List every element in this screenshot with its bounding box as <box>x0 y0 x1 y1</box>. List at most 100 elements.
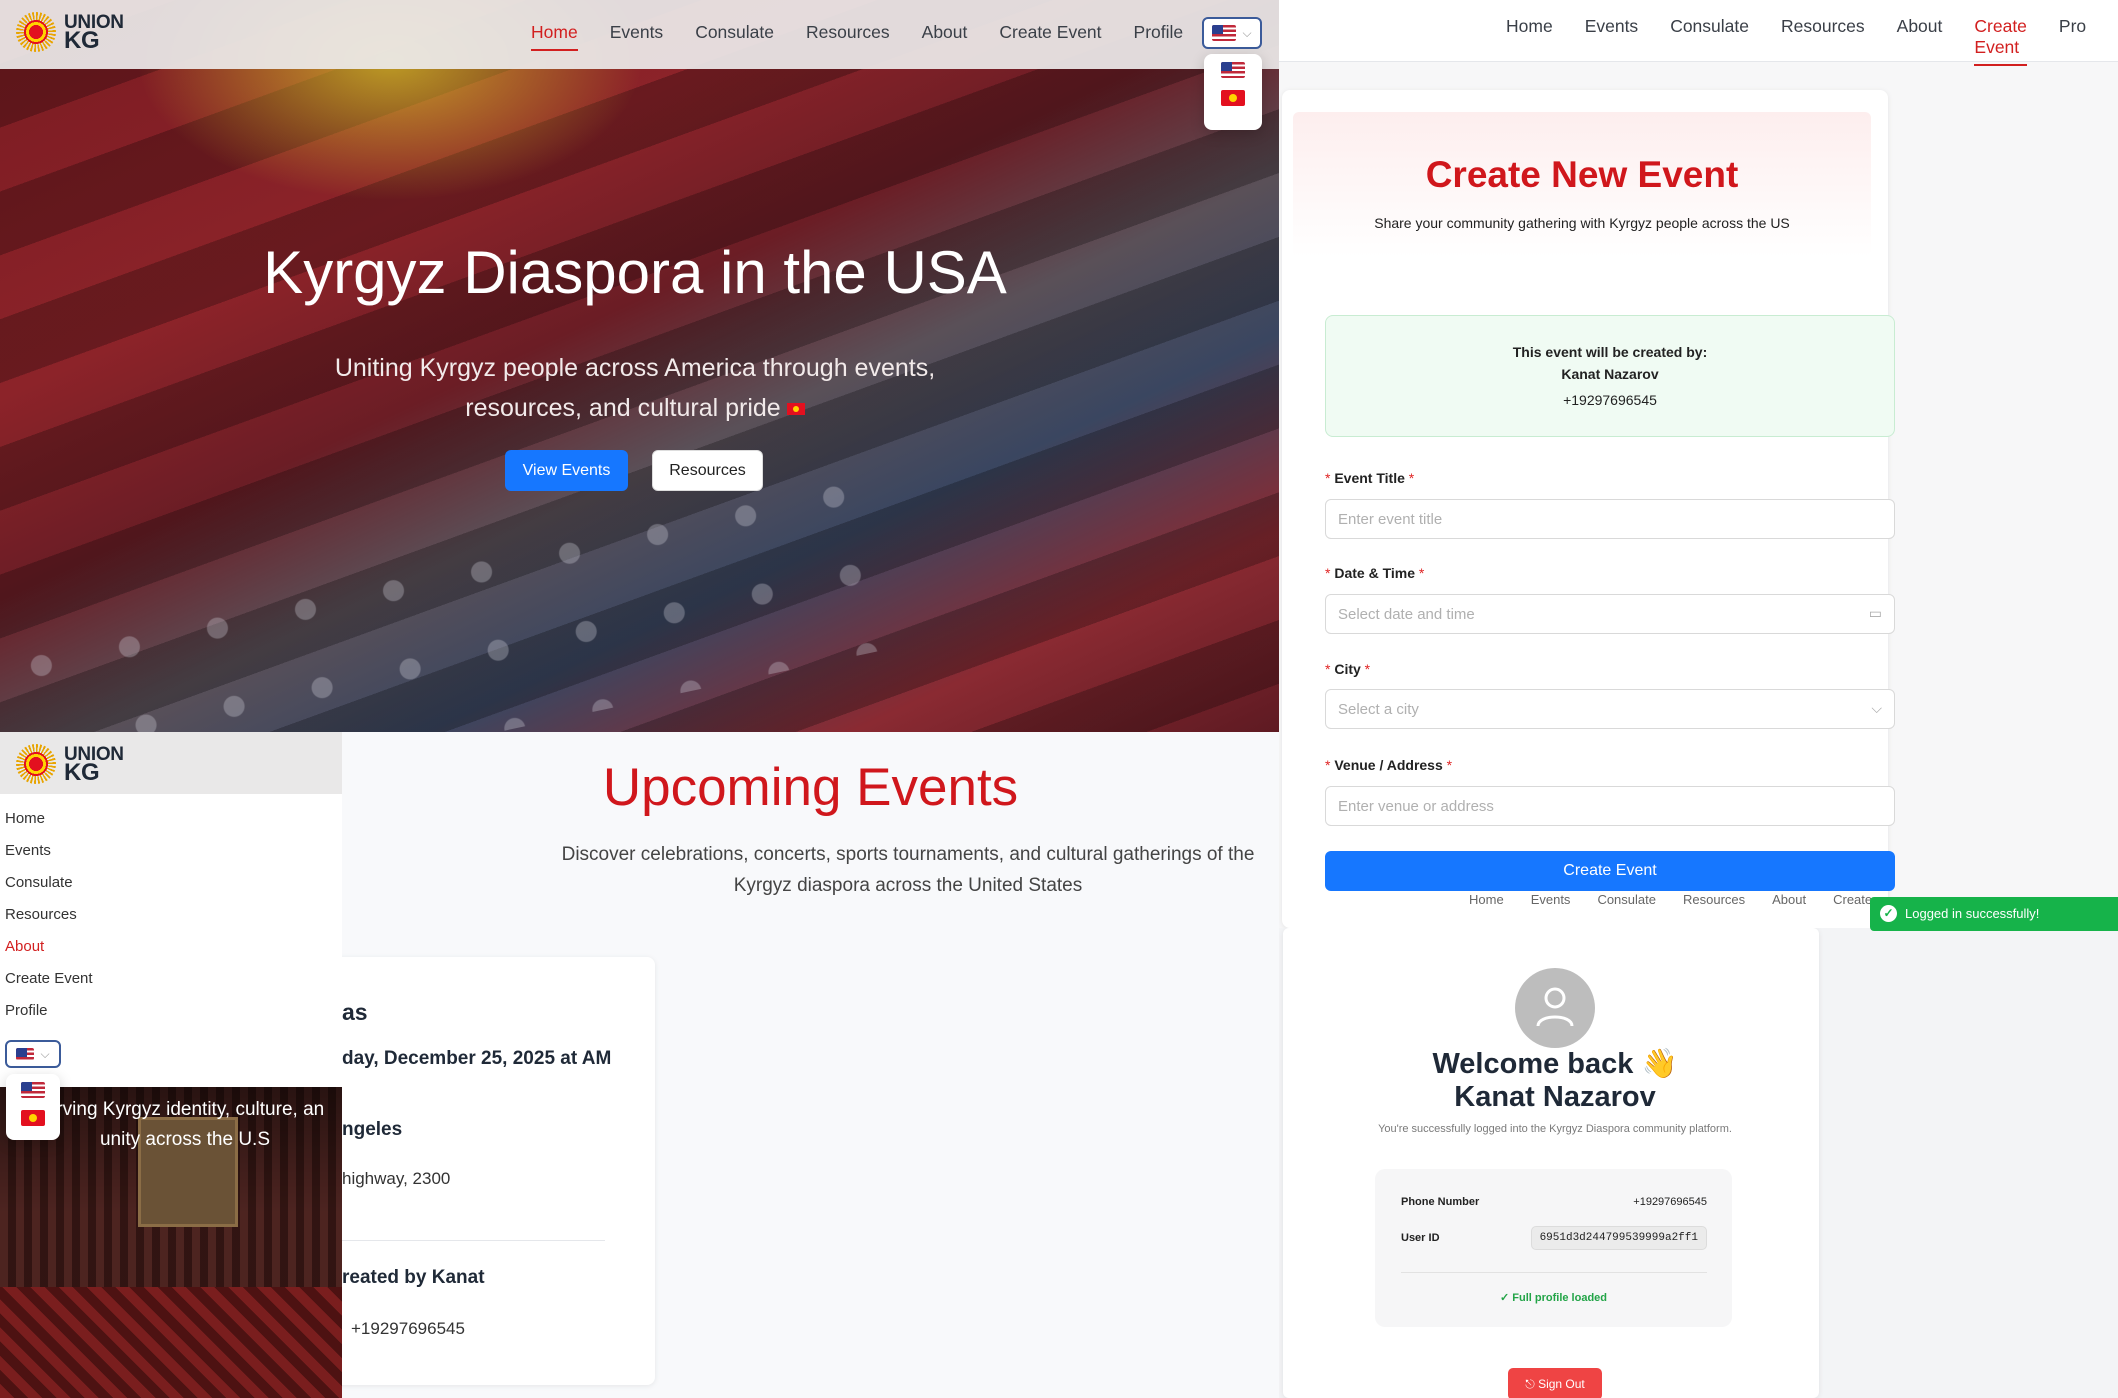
phone-row: Phone Number +19297696545 <box>1401 1196 1707 1208</box>
user-id-value[interactable]: 6951d3d244799539999a2ff1 <box>1530 1226 1707 1250</box>
us-flag-icon <box>16 1048 35 1060</box>
nav-about[interactable]: About <box>1772 892 1806 913</box>
creator-phone: +19297696545 <box>1563 392 1657 408</box>
creator-heading: This event will be created by: <box>1512 344 1708 360</box>
venue-label: * Venue / Address * <box>1325 757 1453 773</box>
nav-consulate[interactable]: Consulate <box>1670 16 1749 66</box>
creator-info-box: This event will be created by: Kanat Naz… <box>1325 315 1895 437</box>
welcome-title: Welcome back 👋 Kanat Nazarov <box>1432 1048 1678 1113</box>
nav-events[interactable]: Events <box>1585 16 1639 66</box>
mobile-nav-profile[interactable]: Profile <box>5 1002 48 1019</box>
nav-profile[interactable]: Pro <box>2059 16 2086 66</box>
language-selector[interactable]: ⌵ <box>1202 17 1262 49</box>
event-title-input[interactable]: Enter event title <box>1325 499 1895 539</box>
us-flag-icon <box>1212 25 1237 41</box>
view-events-button[interactable]: View Events <box>505 450 628 491</box>
kyrgyz-sun-icon <box>16 12 56 52</box>
section-subtitle: Discover celebrations, concerts, sports … <box>561 844 1255 896</box>
chevron-down-icon: ⌵ <box>1871 700 1882 716</box>
top-navbar: Home Events Consulate Resources About Cr… <box>1279 0 2118 66</box>
city-label: * City * <box>1325 661 1371 677</box>
event-title-label: * Event Title * <box>1325 470 1415 486</box>
event-city: ngeles <box>342 1119 403 1140</box>
language-dropdown <box>1204 54 1262 130</box>
event-creator: reated by Kanat <box>342 1267 485 1288</box>
mobile-nav-about[interactable]: About <box>5 938 44 955</box>
kyrgyz-sun-icon <box>16 744 56 784</box>
main-nav: Home Events Consulate Resources About Cr… <box>1506 16 2118 66</box>
mobile-nav-events[interactable]: Events <box>5 842 51 859</box>
phone-value: +19297696545 <box>1633 1196 1707 1208</box>
calendar-icon: ▭ <box>1868 605 1882 621</box>
resources-button[interactable]: Resources <box>652 450 763 491</box>
nav-home[interactable]: Home <box>1506 16 1553 66</box>
avatar <box>1515 968 1595 1048</box>
welcome-panel: Welcome back 👋 Kanat Nazarov You're succ… <box>1279 928 2118 1398</box>
profile-status: ✓ Full profile loaded <box>1500 1292 1607 1304</box>
phone-label: Phone Number <box>1401 1196 1480 1208</box>
union-kg-logo[interactable]: UNION KG <box>16 12 124 54</box>
sign-out-button[interactable]: ⎋ Sign Out <box>1508 1368 1602 1398</box>
flag-stars-decoration <box>0 448 911 732</box>
nav-create-event[interactable]: Create Event <box>999 22 1101 51</box>
create-event-button[interactable]: Create Event <box>1325 851 1895 891</box>
union-kg-logo[interactable]: UNION KG <box>16 744 124 786</box>
us-flag-icon[interactable] <box>1221 62 1245 78</box>
welcome-card: Welcome back 👋 Kanat Nazarov You're succ… <box>1283 928 1819 1398</box>
event-address: highway, 2300 <box>342 1169 451 1188</box>
secondary-nav: Home Events Consulate Resources About Cr… <box>1469 892 1899 913</box>
chevron-down-icon: ⌵ <box>40 1046 50 1061</box>
mobile-nav-home[interactable]: Home <box>5 810 45 827</box>
logo-line2: KG <box>64 27 100 54</box>
nav-home[interactable]: Home <box>531 22 578 51</box>
nav-profile[interactable]: Profile <box>1134 22 1184 51</box>
nav-about[interactable]: About <box>1897 16 1943 66</box>
create-event-panel: Home Events Consulate Resources About Cr… <box>1279 0 2118 928</box>
venue-input[interactable]: Enter venue or address <box>1325 786 1895 826</box>
logo-line2: KG <box>64 759 100 786</box>
us-flag-icon[interactable] <box>21 1082 45 1098</box>
language-dropdown <box>6 1074 60 1140</box>
user-id-label: User ID <box>1401 1232 1440 1244</box>
nav-create-event[interactable]: Create Event <box>1974 16 2027 66</box>
language-selector[interactable]: ⌵ <box>5 1040 61 1068</box>
nav-consulate[interactable]: Consulate <box>1597 892 1656 913</box>
mobile-header: UNION KG <box>0 732 342 794</box>
nav-home[interactable]: Home <box>1469 892 1504 913</box>
logout-icon: ⎋ <box>1525 1377 1539 1391</box>
mobile-nav-create-event[interactable]: Create Event <box>5 970 93 987</box>
hero-panel: UNION KG Home Events Consulate Resources… <box>0 0 1279 732</box>
section-title: Upcoming Events <box>602 758 1019 817</box>
nav-events[interactable]: Events <box>610 22 664 51</box>
top-navbar: UNION KG Home Events Consulate Resources… <box>0 0 1279 69</box>
event-card[interactable]: as day, December 25, 2025 at AM ngeles h… <box>342 957 655 1385</box>
welcome-subtitle: You're successfully logged into the Kyrg… <box>1378 1123 1732 1135</box>
mobile-menu-panel: UNION KG Home Events Consulate Resources… <box>0 732 342 1398</box>
nav-create-event[interactable]: Create <box>1833 892 1872 913</box>
chevron-down-icon: ⌵ <box>1242 25 1252 40</box>
kg-flag-icon <box>786 403 805 416</box>
mobile-nav-consulate[interactable]: Consulate <box>5 874 73 891</box>
nav-about[interactable]: About <box>922 22 968 51</box>
profile-info-card: Phone Number +19297696545 User ID 6951d3… <box>1375 1169 1732 1327</box>
check-circle-icon: ✓ <box>1880 905 1897 922</box>
success-toast: ✓ Logged in successfully! <box>1870 897 2118 931</box>
divider <box>1401 1272 1707 1273</box>
city-select[interactable]: Select a city ⌵ <box>1325 689 1895 729</box>
hero-subtitle: Uniting Kyrgyz people across America thr… <box>334 354 936 422</box>
nav-resources[interactable]: Resources <box>806 22 890 51</box>
nav-resources[interactable]: Resources <box>1781 16 1865 66</box>
event-phone: +19297696545 <box>351 1319 465 1338</box>
date-time-picker[interactable]: Select date and time ▭ <box>1325 594 1895 634</box>
user-icon <box>1536 987 1574 1027</box>
kg-flag-icon[interactable] <box>21 1110 45 1126</box>
user-id-row: User ID 6951d3d244799539999a2ff1 <box>1401 1226 1707 1250</box>
mobile-nav-resources[interactable]: Resources <box>5 906 77 923</box>
event-date: day, December 25, 2025 at AM <box>342 1048 612 1069</box>
main-nav: Home Events Consulate Resources About Cr… <box>531 22 1215 51</box>
nav-events[interactable]: Events <box>1531 892 1571 913</box>
nav-consulate[interactable]: Consulate <box>695 22 774 51</box>
nav-resources[interactable]: Resources <box>1683 892 1745 913</box>
kg-flag-icon[interactable] <box>1221 90 1245 106</box>
upcoming-events-panel: Upcoming Events Discover celebrations, c… <box>342 732 1279 1398</box>
